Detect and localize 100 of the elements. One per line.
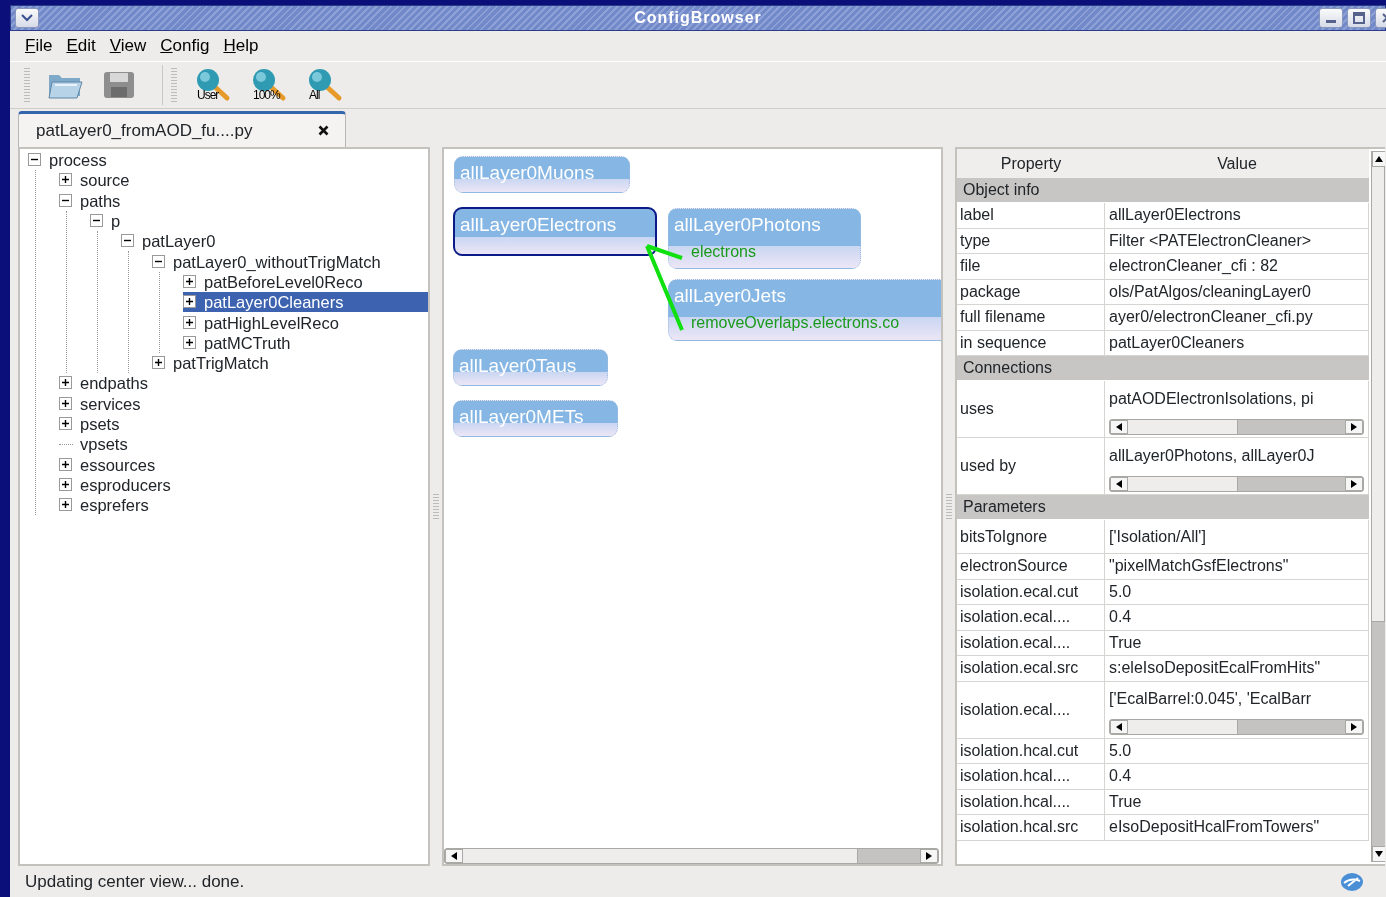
section-header: Object info xyxy=(957,178,1369,203)
node-label: allLayer0Taus xyxy=(458,354,578,378)
expand-icon[interactable] xyxy=(59,417,73,431)
search-button[interactable]: User xyxy=(193,65,233,105)
menu-item[interactable]: View xyxy=(104,33,156,59)
horizontal-scrollbar[interactable] xyxy=(1109,418,1364,435)
horizontal-scrollbar[interactable] xyxy=(1109,719,1364,735)
tab-label[interactable]: patLayer0_fromAOD_fu....py xyxy=(36,117,253,144)
column-header[interactable]: Value xyxy=(1105,149,1369,178)
right-arrow-icon[interactable] xyxy=(1351,479,1357,488)
maximize-button[interactable] xyxy=(1347,8,1371,28)
property-value: ['EcalBarrel:0.045', 'EcalBarr xyxy=(1109,689,1312,709)
expand-icon[interactable] xyxy=(59,477,73,492)
search-button[interactable]: 100% xyxy=(249,65,289,105)
port-label: electrons xyxy=(690,242,757,261)
minimize-button[interactable] xyxy=(1319,8,1343,28)
tree-item[interactable]: services xyxy=(59,393,428,414)
chevron-down-icon xyxy=(21,14,33,22)
property-name: isolation.hcal.src xyxy=(957,815,1105,841)
property-value: s:eleIsoDepositEcalFromHits" xyxy=(1105,656,1369,682)
property-value: allLayer0Photons, allLayer0J xyxy=(1109,445,1315,466)
tree-item[interactable]: patMCTruth xyxy=(183,332,428,353)
horizontal-scrollbar[interactable] xyxy=(1109,475,1364,492)
tree-item[interactable]: essources xyxy=(59,454,428,475)
tree-item[interactable]: patBeforeLevel0Reco xyxy=(183,271,428,293)
property-value: allLayer0Electrons xyxy=(1105,203,1369,229)
property-name: package xyxy=(957,279,1105,305)
left-arrow-icon[interactable] xyxy=(1116,723,1122,731)
down-arrow-icon[interactable] xyxy=(1375,851,1383,857)
section-header: Connections xyxy=(957,356,1369,381)
window-menu-button[interactable] xyxy=(15,8,39,28)
expand-icon[interactable] xyxy=(59,173,73,188)
maximize-icon xyxy=(1353,12,1365,24)
left-arrow-icon[interactable] xyxy=(451,852,457,860)
tree-item[interactable]: esprefers xyxy=(59,495,428,516)
tree-item[interactable]: source xyxy=(59,170,428,191)
property-value: electronCleaner_cfi : 82 xyxy=(1105,254,1369,280)
column-header[interactable]: Property xyxy=(957,149,1105,178)
node-label: allLayer0Muons xyxy=(459,161,596,185)
tree-item[interactable]: endpaths xyxy=(59,373,428,394)
horizontal-scrollbar[interactable] xyxy=(444,848,939,864)
menu-item[interactable]: File xyxy=(20,33,62,59)
property-name: isolation.hcal.... xyxy=(957,789,1105,815)
tree-item[interactable]: patLayer0 xyxy=(121,231,428,252)
expand-icon[interactable] xyxy=(183,274,197,289)
property-name: isolation.ecal.src xyxy=(957,656,1105,682)
left-arrow-icon[interactable] xyxy=(1116,479,1122,488)
left-arrow-icon[interactable] xyxy=(1116,422,1122,431)
menu-item[interactable]: Help xyxy=(218,33,268,59)
file-tab[interactable]: patLayer0_fromAOD_fu....py xyxy=(18,111,346,147)
expand-icon[interactable] xyxy=(183,295,197,310)
right-arrow-icon[interactable] xyxy=(1351,422,1357,431)
tree-item[interactable]: patLayer0_withoutTrigMatch xyxy=(152,251,428,272)
property-value: Filter <PATElectronCleaner> xyxy=(1105,228,1369,254)
property-value: 0.4 xyxy=(1105,605,1369,631)
port-label: removeOverlaps.electrons.co xyxy=(690,313,901,332)
section-header: Parameters xyxy=(957,495,1369,520)
property-value: eIsoDepositHcalFromTowers" xyxy=(1105,815,1369,841)
property-value: "pixelMatchGsfElectrons" xyxy=(1105,554,1369,580)
expand-icon[interactable] xyxy=(152,356,166,371)
expand-icon[interactable] xyxy=(59,396,73,411)
up-arrow-icon[interactable] xyxy=(1375,156,1383,162)
menu-item[interactable]: Edit xyxy=(61,33,105,59)
tree-item[interactable]: paths xyxy=(59,190,428,211)
property-name: isolation.hcal.... xyxy=(957,764,1105,790)
tree-item[interactable]: patTrigMatch xyxy=(152,352,428,374)
tree-item[interactable]: vpsets xyxy=(59,434,428,455)
property-value: ['Isolation/All'] xyxy=(1105,520,1369,554)
tree-item[interactable]: patLayer0Cleaners xyxy=(183,292,428,313)
property-name: file xyxy=(957,254,1105,280)
collapse-icon[interactable] xyxy=(121,234,135,249)
property-name: isolation.ecal.cut xyxy=(957,579,1105,605)
expand-icon[interactable] xyxy=(183,335,197,350)
property-value: patAODElectronIsolations, pi xyxy=(1109,388,1314,409)
property-name: full filename xyxy=(957,305,1105,331)
expand-icon[interactable] xyxy=(59,376,73,391)
vertical-scrollbar[interactable] xyxy=(1371,151,1385,862)
tree-item[interactable]: psets xyxy=(59,413,428,435)
property-name: isolation.hcal.cut xyxy=(957,738,1105,764)
expand-icon[interactable] xyxy=(59,498,73,513)
tree-item[interactable]: esproducers xyxy=(59,474,428,496)
right-arrow-icon[interactable] xyxy=(926,852,932,860)
collapse-icon[interactable] xyxy=(28,153,42,168)
expand-icon[interactable] xyxy=(183,315,197,330)
right-arrow-icon[interactable] xyxy=(1351,723,1357,731)
property-name: uses xyxy=(957,381,1105,438)
status-text: Updating center view... done. xyxy=(25,870,245,893)
tree-item[interactable]: p xyxy=(90,210,428,232)
property-value: 5.0 xyxy=(1105,738,1369,764)
search-button[interactable]: All xyxy=(305,65,345,105)
node-label: allLayer0Electrons xyxy=(459,213,618,237)
collapse-icon[interactable] xyxy=(59,193,73,208)
expand-icon[interactable] xyxy=(59,457,73,472)
tree-item[interactable]: patHighLevelReco xyxy=(183,312,428,333)
collapse-icon[interactable] xyxy=(152,254,166,269)
node-label: allLayer0Photons xyxy=(673,213,822,237)
property-name: label xyxy=(957,203,1105,229)
tree-item[interactable]: process xyxy=(28,150,428,171)
collapse-icon[interactable] xyxy=(90,214,104,229)
menu-item[interactable]: Config xyxy=(155,33,219,59)
